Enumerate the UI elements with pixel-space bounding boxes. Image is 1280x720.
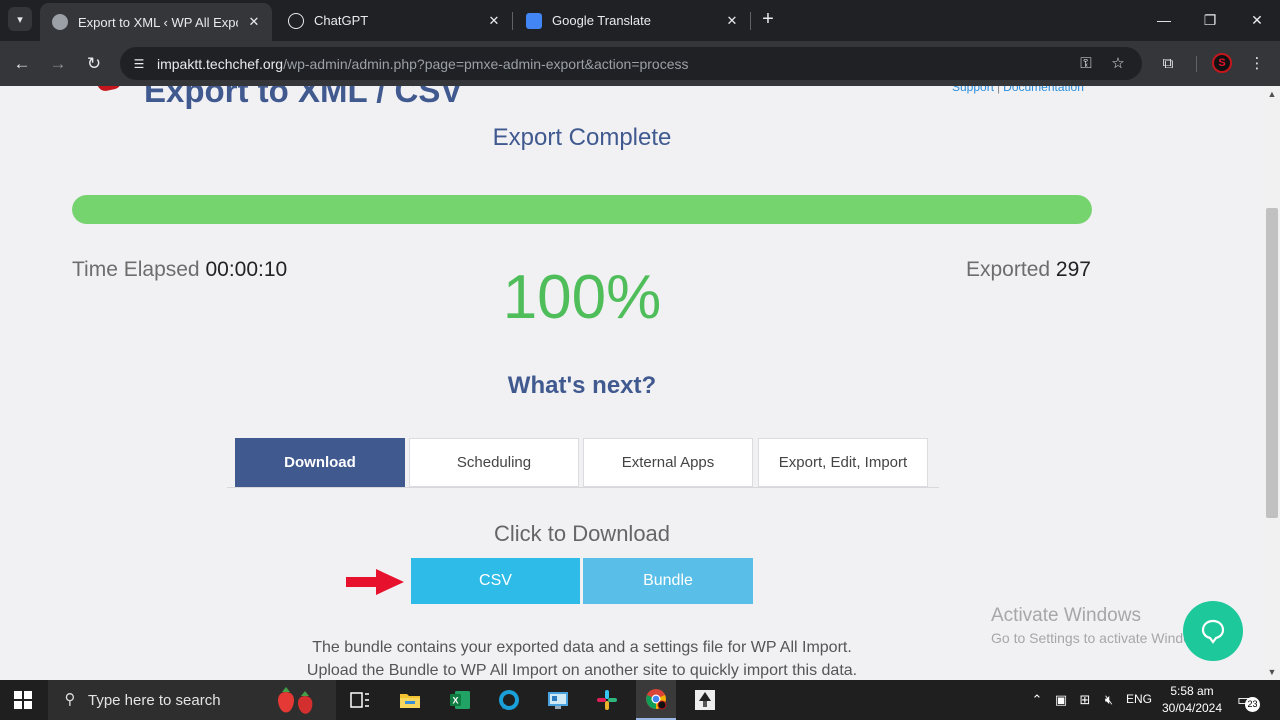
forward-arrow-icon[interactable]: → bbox=[46, 52, 70, 76]
search-icon: ⚲ bbox=[64, 691, 76, 708]
kebab-menu-icon[interactable]: ⋮ bbox=[1245, 52, 1269, 76]
tab-title: Google Translate bbox=[552, 13, 652, 28]
tab-search-chevron-down-icon[interactable]: ▾ bbox=[8, 7, 32, 31]
clock-date: 30/04/2024 bbox=[1161, 701, 1223, 715]
exported-value: 297 bbox=[1055, 258, 1091, 281]
tab-scheduling[interactable]: Scheduling bbox=[409, 438, 579, 487]
activate-windows-watermark: Activate Windows Go to Settings to activ… bbox=[991, 605, 1212, 646]
chat-bubble-icon bbox=[1201, 619, 1225, 644]
strawberry-search-highlight-icon bbox=[278, 687, 313, 714]
tab-google-translate[interactable]: Google Translate ✕ bbox=[514, 3, 750, 38]
url-host: impaktt.techchef.org bbox=[157, 56, 284, 72]
task-view-icon[interactable] bbox=[340, 680, 380, 720]
inkscape-icon[interactable] bbox=[685, 680, 725, 720]
windows-start-icon[interactable] bbox=[14, 691, 32, 709]
chatgpt-favicon-icon bbox=[288, 12, 304, 29]
chrome-icon[interactable] bbox=[636, 680, 676, 720]
tab-close-icon[interactable]: ✕ bbox=[246, 14, 262, 30]
extensions-puzzle-icon[interactable]: ⧉ bbox=[1156, 52, 1180, 76]
tab-export-edit-import[interactable]: Export, Edit, Import bbox=[758, 438, 928, 487]
bundle-description: The bundle contains your exported data a… bbox=[0, 636, 1164, 680]
bookmark-star-icon[interactable]: ☆ bbox=[1108, 54, 1128, 74]
tray-volume-muted-icon[interactable]: 🔇︎ bbox=[1100, 691, 1118, 709]
tray-clock[interactable]: 5:58 am 30/04/2024 bbox=[1158, 683, 1226, 717]
wp-all-export-page: Export to XML / CSV Support | Documentatio… bbox=[0, 86, 1264, 680]
export-status-title: Export Complete bbox=[492, 124, 672, 151]
tab-close-icon[interactable]: ✕ bbox=[724, 13, 740, 29]
wp-all-export-logo bbox=[97, 86, 123, 93]
support-link[interactable]: Support bbox=[952, 86, 994, 94]
documentation-link[interactable]: Documentation bbox=[1003, 86, 1084, 94]
back-arrow-icon[interactable]: ← bbox=[10, 52, 34, 76]
bundle-description-line2: Upload the Bundle to WP All Import on an… bbox=[306, 662, 858, 679]
activate-windows-subtitle: Go to Settings to activate Windows. bbox=[991, 630, 1212, 646]
restore-icon[interactable]: ❐ bbox=[1200, 10, 1220, 30]
export-progress-bar bbox=[72, 195, 1092, 224]
tab-title: ChatGPT bbox=[314, 13, 369, 28]
tray-chevron-up-icon[interactable]: ⌃ bbox=[1028, 691, 1046, 709]
svg-text:X: X bbox=[452, 696, 458, 706]
page-scrollbar[interactable]: ▲ ▼ bbox=[1264, 86, 1280, 680]
tab-download[interactable]: Download bbox=[235, 438, 405, 487]
bundle-description-line1: The bundle contains your exported data a… bbox=[312, 639, 852, 656]
browser-tab-strip: ▾ Export to XML ‹ WP All Export ‹ ✕ Chat… bbox=[0, 0, 1280, 41]
browser-toolbar: ← → ↻ ☰ impaktt.techchef.org/wp-admin/ad… bbox=[0, 41, 1280, 86]
profile-avatar-icon[interactable]: S bbox=[1212, 53, 1232, 73]
windows-taskbar: ⚲ Type here to search X ⌃ ▣ ⊞ 🔇︎ ENG 5:5… bbox=[0, 680, 1280, 720]
url-text[interactable]: impaktt.techchef.org/wp-admin/admin.php?… bbox=[157, 56, 689, 72]
help-chat-bubble-icon[interactable] bbox=[1183, 601, 1243, 661]
csv-download-button[interactable]: CSV bbox=[411, 558, 580, 604]
scroll-thumb[interactable] bbox=[1266, 208, 1278, 518]
click-to-download-label: Click to Download bbox=[493, 521, 671, 546]
link-separator: | bbox=[997, 86, 1001, 94]
clock-time: 5:58 am bbox=[1170, 684, 1214, 698]
tab-title: Export to XML ‹ WP All Export ‹ bbox=[78, 14, 238, 30]
exported-count: Exported 297 bbox=[966, 258, 1091, 282]
scroll-down-arrow-icon[interactable]: ▼ bbox=[1264, 664, 1280, 680]
tab-wp-all-export[interactable]: Export to XML ‹ WP All Export ‹ ✕ bbox=[40, 3, 272, 41]
google-translate-favicon-icon bbox=[526, 12, 542, 29]
messaging-app-icon[interactable] bbox=[489, 680, 529, 720]
file-explorer-icon[interactable] bbox=[390, 680, 430, 720]
tab-chatgpt[interactable]: ChatGPT ✕ bbox=[276, 3, 512, 38]
notification-count: 23 bbox=[1245, 697, 1260, 712]
globe-favicon-icon bbox=[52, 14, 68, 30]
whats-next-heading: What's next? bbox=[507, 372, 657, 399]
address-bar[interactable]: ☰ impaktt.techchef.org/wp-admin/admin.ph… bbox=[120, 47, 1142, 80]
new-tab-plus-icon[interactable]: + bbox=[758, 9, 778, 30]
red-arrow-annotation-icon bbox=[346, 569, 404, 595]
reload-icon[interactable]: ↻ bbox=[82, 52, 106, 76]
minimize-icon[interactable]: — bbox=[1154, 10, 1174, 30]
control-panel-icon[interactable] bbox=[538, 680, 578, 720]
tab-external-apps[interactable]: External Apps bbox=[583, 438, 753, 487]
top-links: Support | Documentation bbox=[952, 86, 1084, 94]
exported-label: Exported bbox=[966, 258, 1051, 281]
tray-network-icon[interactable]: ⊞ bbox=[1076, 691, 1094, 709]
activate-windows-title: Activate Windows bbox=[991, 605, 1141, 626]
tray-device-icon[interactable]: ▣ bbox=[1052, 691, 1070, 709]
export-progress-fill bbox=[72, 195, 1092, 224]
window-close-icon[interactable]: ✕ bbox=[1247, 10, 1267, 30]
taskbar-search-placeholder: Type here to search bbox=[88, 692, 221, 709]
scroll-up-arrow-icon[interactable]: ▲ bbox=[1264, 86, 1280, 102]
url-path: /wp-admin/admin.php?page=pmxe-admin-expo… bbox=[283, 56, 689, 72]
tab-close-icon[interactable]: ✕ bbox=[486, 13, 502, 29]
toolbar-divider bbox=[1196, 56, 1197, 72]
site-info-tune-icon[interactable]: ☰ bbox=[130, 55, 148, 73]
notification-center-icon[interactable]: ▭ 23 bbox=[1237, 690, 1261, 712]
taskbar-search[interactable]: ⚲ Type here to search bbox=[48, 680, 336, 720]
tab-separator bbox=[750, 12, 751, 30]
password-key-icon[interactable]: ⚿ bbox=[1076, 54, 1096, 74]
page-title: Export to XML / CSV bbox=[144, 86, 463, 109]
tab-separator bbox=[512, 12, 513, 30]
tray-language[interactable]: ENG bbox=[1126, 692, 1152, 706]
bundle-download-button[interactable]: Bundle bbox=[583, 558, 753, 604]
slack-icon[interactable] bbox=[587, 680, 627, 720]
excel-icon[interactable]: X bbox=[440, 680, 480, 720]
next-step-tabs: Download Scheduling External Apps Export… bbox=[227, 438, 939, 488]
